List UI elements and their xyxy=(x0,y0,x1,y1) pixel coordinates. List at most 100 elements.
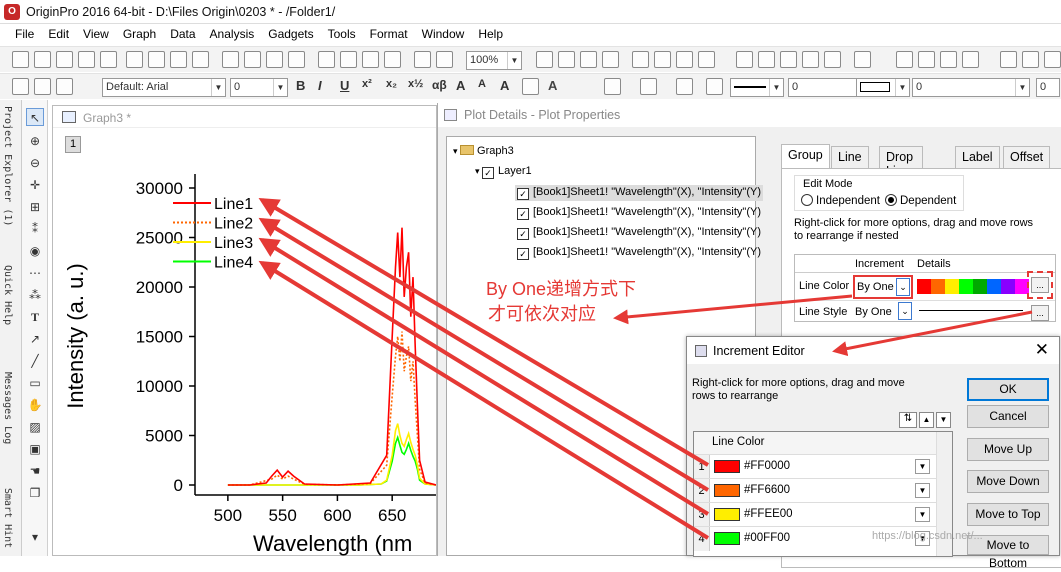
layer-tool-icon[interactable]: ❐ xyxy=(26,484,44,502)
superscript-button[interactable]: x² xyxy=(362,78,372,90)
new-layout-icon[interactable] xyxy=(170,51,187,68)
new-graph-icon[interactable] xyxy=(78,51,95,68)
hand-tool-icon[interactable]: ✋ xyxy=(26,396,44,414)
results-log-icon[interactable] xyxy=(654,51,671,68)
save-icon[interactable] xyxy=(266,51,283,68)
size-combo[interactable]: 0 ▼ xyxy=(912,78,1030,97)
code-builder-icon[interactable] xyxy=(632,51,649,68)
table-row[interactable]: 1 #FF0000 ▼ xyxy=(694,454,936,479)
tab-group[interactable]: Group xyxy=(781,144,830,168)
text-tool-icon[interactable]: T xyxy=(26,308,44,326)
batch-icon[interactable] xyxy=(436,51,453,68)
tree-node-plot-4[interactable]: ✓ [Book1]Sheet1! "Wavelength"(X), "Intens… xyxy=(515,245,763,261)
chevron-down-icon[interactable]: ⌄ xyxy=(896,278,910,296)
more-tool-icon[interactable]: ▾ xyxy=(26,528,44,546)
menu-data[interactable]: Data xyxy=(163,24,202,44)
plot-3-checkbox[interactable]: ✓ xyxy=(517,228,529,240)
export-icon[interactable] xyxy=(580,51,597,68)
region-tool-icon[interactable]: ▨ xyxy=(26,418,44,436)
plot-1-checkbox[interactable]: ✓ xyxy=(517,188,529,200)
new-matrix-icon[interactable] xyxy=(100,51,117,68)
tab-line[interactable]: Line xyxy=(831,146,869,168)
menu-view[interactable]: View xyxy=(76,24,116,44)
zoom-combo[interactable]: 100% ▼ xyxy=(466,51,522,70)
close-icon[interactable]: ✕ xyxy=(1035,340,1049,360)
messages-log-tab[interactable]: Messages Log xyxy=(2,372,13,444)
descriptive-stats-icon[interactable] xyxy=(918,51,935,68)
menu-file[interactable]: File xyxy=(8,24,41,44)
new-notes-icon[interactable] xyxy=(192,51,209,68)
zoom-in-tool-icon[interactable]: ⊕ xyxy=(26,132,44,150)
copy-icon[interactable] xyxy=(34,78,51,95)
plot-4-checkbox[interactable]: ✓ xyxy=(517,248,529,260)
menu-window[interactable]: Window xyxy=(415,24,472,44)
plot-2-checkbox[interactable]: ✓ xyxy=(517,208,529,220)
pan-tool-icon[interactable]: ☚ xyxy=(26,462,44,480)
messages-log-icon[interactable] xyxy=(758,51,775,68)
increment-table[interactable]: Increment Details Line Color By One ⌄ ..… xyxy=(794,254,1056,322)
smart-hint-icon[interactable] xyxy=(802,51,819,68)
chevron-down-icon[interactable]: ▼ xyxy=(915,483,930,498)
bold-button[interactable]: B xyxy=(296,78,305,93)
rectangle-tool-icon[interactable]: ▭ xyxy=(26,374,44,392)
sort-order-icon[interactable]: ⇅ xyxy=(899,412,917,428)
cancel-button[interactable]: Cancel xyxy=(967,405,1049,428)
font-color-button[interactable]: A xyxy=(500,78,509,93)
zoom-out-tool-icon[interactable]: ⊖ xyxy=(26,154,44,172)
color-increment-strip[interactable] xyxy=(917,279,1029,294)
smart-hint-tab[interactable]: Smart Hint xyxy=(2,488,13,548)
command-window-icon[interactable] xyxy=(676,51,693,68)
import-icon[interactable] xyxy=(318,51,335,68)
line-color-increment-select[interactable]: By One ⌄ xyxy=(853,275,913,299)
italic-button[interactable]: I xyxy=(318,78,322,93)
move-down-arrow-icon[interactable]: ▼ xyxy=(936,412,951,428)
fill-color-icon[interactable] xyxy=(604,78,621,95)
project-explorer-icon[interactable] xyxy=(736,51,753,68)
notes-icon[interactable] xyxy=(780,51,797,68)
copy-page-icon[interactable] xyxy=(558,51,575,68)
table-row[interactable]: 2 #FF6600 ▼ xyxy=(694,478,936,503)
project-explorer-tab[interactable]: Project Explorer (1) xyxy=(2,106,13,226)
size-combo-2[interactable]: 0 xyxy=(1036,78,1060,97)
independent-radio[interactable]: Independent xyxy=(801,194,880,207)
sum-icon[interactable] xyxy=(896,51,913,68)
draw-data-icon[interactable]: ⋯ xyxy=(26,264,44,282)
pattern-icon[interactable] xyxy=(640,78,657,95)
ok-button[interactable]: OK xyxy=(967,378,1049,401)
symbol-icon[interactable] xyxy=(706,78,723,95)
pointer-tool-icon[interactable]: ↖ xyxy=(26,108,44,126)
tab-drop-lines[interactable]: Drop Lines xyxy=(879,146,923,178)
new-workbook-icon[interactable] xyxy=(56,51,73,68)
increase-font-button[interactable]: A xyxy=(456,78,465,93)
recalculate-icon[interactable] xyxy=(414,51,431,68)
font-size-combo[interactable]: 0 ▼ xyxy=(230,78,288,97)
series-line2[interactable] xyxy=(227,331,436,486)
data-reader-icon[interactable]: ✛ xyxy=(26,176,44,194)
image-tool-icon[interactable]: ▣ xyxy=(26,440,44,458)
line-tool-icon[interactable]: ╱ xyxy=(26,352,44,370)
histogram-icon[interactable] xyxy=(1044,51,1061,68)
screen-reader-icon[interactable]: ⊞ xyxy=(26,198,44,216)
move-up-arrow-icon[interactable]: ▲ xyxy=(919,412,934,428)
menu-graph[interactable]: Graph xyxy=(116,24,163,44)
line-color-icon[interactable] xyxy=(676,78,693,95)
tree-node-graph[interactable]: ▾ Graph3 xyxy=(453,145,514,157)
open-template-icon[interactable] xyxy=(244,51,261,68)
layer-icon[interactable] xyxy=(824,51,841,68)
spectrum-chart[interactable]: 0 5000 10000 15000 20000 25000 30000 500 550 600 6… xyxy=(53,130,436,556)
chevron-down-icon[interactable]: ⌄ xyxy=(898,302,912,320)
independent-radio-circle[interactable] xyxy=(801,194,813,206)
text-color-icon[interactable]: A xyxy=(548,78,557,93)
tree-node-plot-3[interactable]: ✓ [Book1]Sheet1! "Wavelength"(X), "Intens… xyxy=(515,225,763,241)
subscript-button[interactable]: x₂ xyxy=(386,78,397,90)
tree-node-plot-1[interactable]: ✓ [Book1]Sheet1! "Wavelength"(X), "Intens… xyxy=(515,185,763,201)
table-row[interactable]: 3 #FFEE00 ▼ xyxy=(694,502,936,527)
arrow-tool-icon[interactable]: ↗ xyxy=(26,330,44,348)
font-combo[interactable]: Default: Arial ▼ xyxy=(102,78,226,97)
menu-help[interactable]: Help xyxy=(471,24,510,44)
open-icon[interactable] xyxy=(222,51,239,68)
bar-chart-icon[interactable] xyxy=(1000,51,1017,68)
new-function-icon[interactable] xyxy=(126,51,143,68)
layer-checkbox[interactable]: ✓ xyxy=(482,167,495,179)
import-wizard-icon[interactable] xyxy=(340,51,357,68)
